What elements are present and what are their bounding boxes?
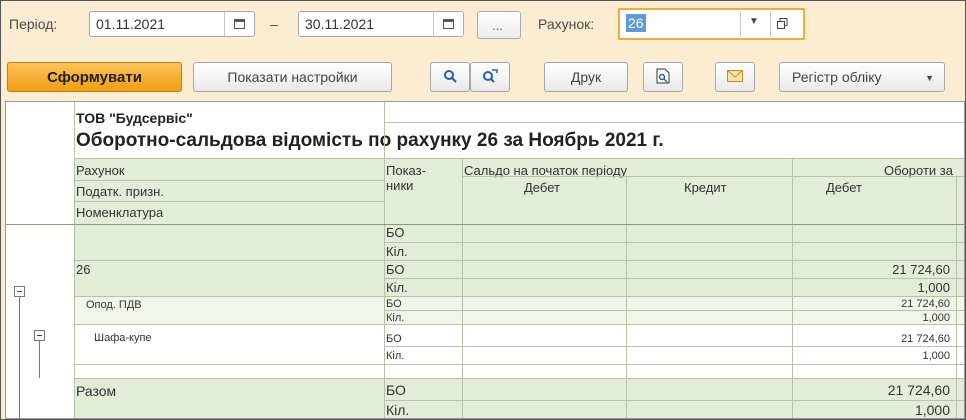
- header-indicators-1: Показ-: [386, 163, 426, 178]
- account-label: Рахунок:: [538, 16, 595, 32]
- header-tax-attr: Податк. призн.: [76, 184, 164, 199]
- collapse-icon[interactable]: [14, 286, 25, 297]
- header-debit: Дебет: [524, 180, 560, 195]
- row-value: 1,000: [917, 280, 950, 295]
- show-settings-button[interactable]: Показати настройки: [193, 62, 392, 92]
- preview-button[interactable]: [643, 62, 683, 92]
- row-value: 21 724,60: [901, 333, 950, 345]
- generate-button[interactable]: Сформувати: [7, 62, 182, 92]
- period-dash: –: [270, 16, 278, 32]
- row-tax-attr: Опод. ПДВ: [86, 299, 142, 311]
- account-field[interactable]: 26 ▼: [618, 8, 805, 40]
- header-account: Рахунок: [76, 163, 125, 178]
- header-credit: Кредит: [684, 180, 727, 195]
- period-select-button[interactable]: ...: [477, 11, 521, 39]
- total-value: 21 724,60: [887, 382, 950, 398]
- row-value: 1,000: [922, 312, 950, 324]
- period-to-field[interactable]: 30.11.2021: [298, 11, 464, 37]
- account-value: 26: [626, 14, 646, 32]
- period-from-value: 01.11.2021: [96, 16, 166, 32]
- print-preview-icon: [656, 68, 670, 87]
- envelope-icon: [727, 69, 743, 85]
- row-indicator: БО: [386, 333, 402, 345]
- row-indicator: Кіл.: [386, 312, 405, 324]
- row-indicator: БО: [386, 298, 402, 310]
- row-account: 26: [76, 262, 91, 277]
- register-label: Регістр обліку: [792, 69, 882, 85]
- total-row-label: Разом: [76, 383, 117, 399]
- row-indicator: Кіл.: [386, 402, 410, 418]
- row-indicator: БО: [386, 225, 405, 240]
- chevron-down-icon[interactable]: ▼: [749, 16, 759, 27]
- search-advanced-button[interactable]: [470, 62, 510, 92]
- search-button[interactable]: [430, 62, 470, 92]
- period-label: Період:: [9, 16, 58, 32]
- row-value: 21 724,60: [901, 298, 950, 310]
- row-indicator: БО: [386, 262, 405, 277]
- row-indicator: БО: [386, 382, 406, 398]
- open-form-icon[interactable]: [777, 16, 788, 29]
- calendar-icon[interactable]: [433, 12, 463, 36]
- row-value: 21 724,60: [892, 262, 950, 277]
- search-icon: [443, 69, 457, 86]
- collapse-icon[interactable]: [34, 330, 45, 341]
- period-panel: Період: 01.11.2021 – 30.11.2021 ... Раху…: [1, 1, 965, 53]
- row-indicator: Кіл.: [386, 244, 408, 259]
- report-spreadsheet[interactable]: ТОВ "Будсервіс" Оборотно-сальдова відомі…: [5, 101, 965, 419]
- search-settings-icon: [482, 68, 498, 87]
- period-from-field[interactable]: 01.11.2021: [89, 11, 255, 37]
- header-nomenclature: Номенклатура: [76, 205, 164, 220]
- chevron-down-icon: ▼: [925, 73, 934, 83]
- header-indicators-2: ники: [386, 178, 414, 193]
- calendar-icon[interactable]: [224, 12, 254, 36]
- header-turnover-debit: Дебет: [826, 180, 862, 195]
- report-window: Період: 01.11.2021 – 30.11.2021 ... Раху…: [0, 0, 966, 420]
- company-name: ТОВ "Будсервіс": [76, 110, 193, 126]
- row-nomenclature: Шафа-купе: [94, 332, 152, 344]
- report-title: Оборотно-сальдова відомість по рахунку 2…: [76, 130, 664, 151]
- print-button[interactable]: Друк: [544, 62, 628, 92]
- register-dropdown-button[interactable]: Регістр обліку ▼: [779, 62, 945, 92]
- row-value: 1,000: [922, 350, 950, 362]
- period-to-value: 30.11.2021: [305, 16, 375, 32]
- ellipsis-label: ...: [492, 18, 503, 33]
- total-value: 1,000: [914, 402, 950, 418]
- row-indicator: Кіл.: [386, 280, 408, 295]
- row-indicator: Кіл.: [386, 350, 405, 362]
- email-button[interactable]: [715, 62, 755, 92]
